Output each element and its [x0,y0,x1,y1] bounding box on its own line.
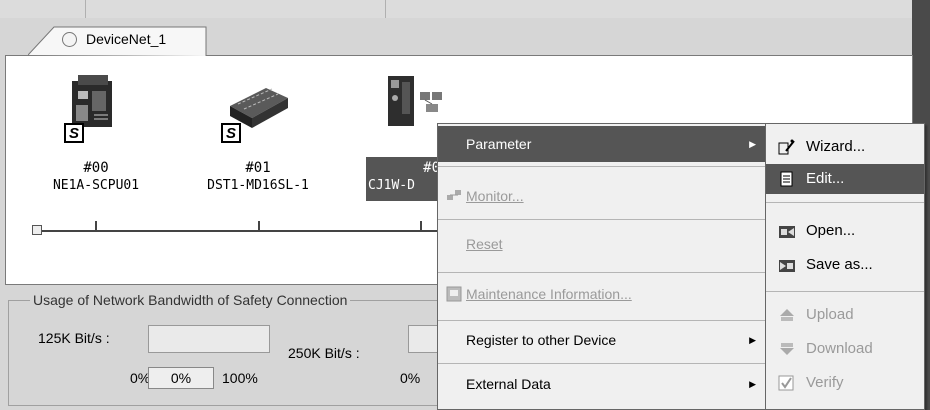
menu-item-label: Reset [466,236,503,252]
submenu-item-label: Open... [806,222,856,239]
safety-badge: S [221,123,241,143]
tab-label: DeviceNet_1 [86,31,167,47]
menu-separator [438,166,766,167]
cj1w-unit-icon [388,76,442,126]
submenu-item-label: Upload [806,306,854,323]
submenu-item-label: Download [806,340,873,357]
submenu-item-label: Edit... [806,170,845,187]
menu-separator [438,320,766,321]
rate-125k-current: 0% [148,367,214,389]
menu-item-label: Parameter [466,136,532,152]
context-menu: Parameter ▶ Monitor... Reset Maintenance… [437,123,767,410]
bus-drop [258,221,260,231]
submenu-arrow-icon: ▶ [749,335,756,345]
menu-item-label: Monitor... [466,188,524,204]
submenu-item-verify[interactable]: Verify [766,368,924,398]
menu-separator [766,291,924,292]
network-bus-line [40,230,440,232]
menu-separator [766,202,924,203]
device-number: #0 [423,160,440,176]
tab-devicenet[interactable]: DeviceNet_1 [28,26,208,56]
bandwidth-title: Usage of Network Bandwidth of Safety Con… [30,292,351,308]
edit-icon [780,171,793,187]
submenu-item-edit[interactable]: Edit... [766,164,924,194]
safety-badge: S [64,123,84,143]
device-00[interactable] [70,75,118,130]
rate-250k-min: 0% [400,370,421,386]
verify-icon [778,375,794,391]
menu-item-external-data[interactable]: External Data ▶ [438,366,766,402]
menu-item-label: Register to other Device [466,332,617,348]
submenu-arrow-icon: ▶ [749,379,756,389]
submenu-item-download[interactable]: Download [766,334,924,364]
device-number: #00 [83,160,109,176]
bus-drop [420,221,422,231]
bus-drop [95,221,97,231]
menu-item-reset[interactable]: Reset [438,226,766,262]
device-name: CJ1W-D [368,178,415,193]
rate-125k-bar [148,325,270,353]
safety-controller-icon [72,75,112,127]
device-number: #01 [245,160,271,176]
menu-item-parameter[interactable]: Parameter ▶ [438,126,766,162]
menu-item-monitor[interactable]: Monitor... [438,178,766,214]
menu-separator [438,272,766,273]
submenu-item-save-as[interactable]: Save as... [766,250,924,280]
rate-125k-max: 100% [222,370,258,386]
open-icon [779,226,795,238]
menu-item-label: Maintenance Information... [466,286,632,302]
upload-icon [780,309,794,321]
submenu-item-wizard[interactable]: Wizard... [766,132,924,162]
top-divider [85,0,86,18]
rate-250k-label: 250K Bit/s : [288,345,360,361]
submenu-item-label: Verify [806,374,844,391]
monitor-icon [447,190,461,200]
terminator-icon [32,225,42,235]
menu-item-register-to-other-device[interactable]: Register to other Device ▶ [438,322,766,358]
save-as-icon [779,260,795,272]
menu-item-label: External Data [466,376,551,392]
maintenance-icon [446,286,462,302]
download-icon [780,343,794,355]
submenu-item-open[interactable]: Open... [766,216,924,246]
menu-item-maintenance-information[interactable]: Maintenance Information... [438,276,766,312]
wizard-icon [778,139,795,155]
top-strip [0,0,930,18]
menu-separator [438,219,766,220]
device-name: DST1-MD16SL-1 [207,178,309,193]
submenu-arrow-icon: ▶ [749,139,756,149]
submenu-item-upload[interactable]: Upload [766,300,924,330]
menu-separator [438,363,766,364]
rate-125k-label: 125K Bit/s : [38,330,110,346]
device-02[interactable] [388,70,446,130]
top-divider [385,0,386,18]
submenu-item-label: Wizard... [806,138,866,155]
parameter-submenu: Wizard... Edit... Open... Save as... Upl… [765,123,925,410]
network-status-icon [62,32,77,47]
bandwidth-group [8,300,448,406]
submenu-item-label: Save as... [806,256,873,273]
device-name: NE1A-SCPU01 [52,178,140,193]
